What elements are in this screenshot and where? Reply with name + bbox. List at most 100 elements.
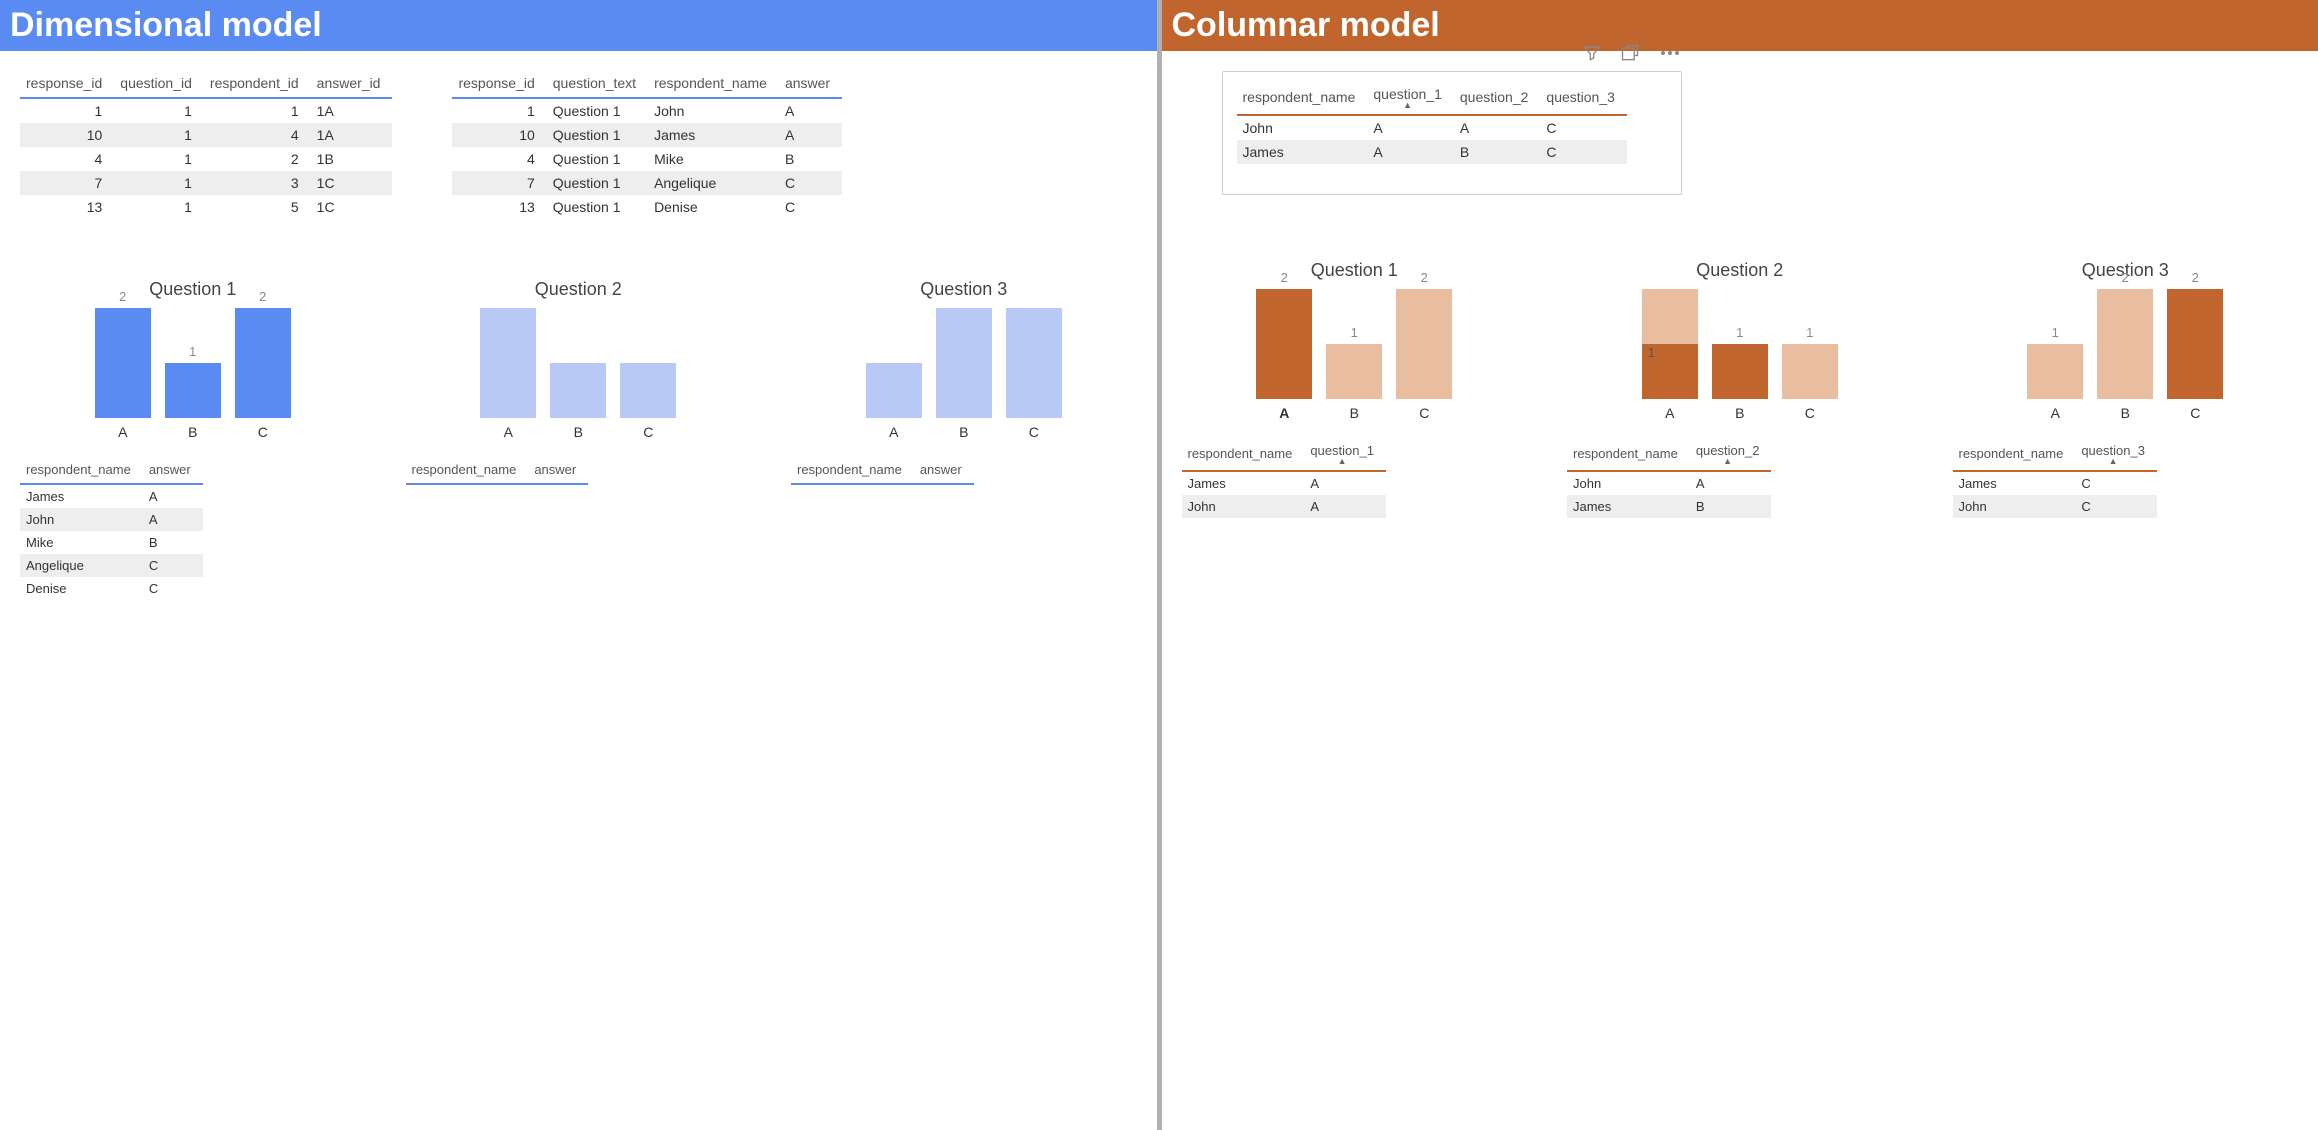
bar[interactable]: 2B	[2097, 270, 2153, 421]
bar[interactable]: A	[480, 289, 536, 440]
bar-value-label: 1	[2052, 325, 2059, 340]
table-row[interactable]: AngeliqueC	[20, 554, 203, 577]
focus-icon[interactable]	[1620, 43, 1640, 69]
table-cell: 1	[114, 123, 204, 147]
bar-rect	[2027, 344, 2083, 399]
bar[interactable]: B	[550, 344, 606, 440]
table-row[interactable]: MikeB	[20, 531, 203, 554]
table-cell: 1C	[311, 195, 393, 219]
column-header[interactable]: question_text	[547, 71, 648, 98]
bar[interactable]: 2A	[95, 289, 151, 440]
bar[interactable]: 1B	[1326, 325, 1382, 421]
table-cell: 13	[452, 195, 546, 219]
table-row[interactable]: 13Question 1DeniseC	[452, 195, 842, 219]
dimensional-table-ids[interactable]: response_idquestion_idrespondent_idanswe…	[20, 71, 392, 219]
bar[interactable]: 1B	[1712, 325, 1768, 421]
table-row[interactable]: 1111A	[20, 98, 392, 123]
table-row[interactable]: 7Question 1AngeliqueC	[452, 171, 842, 195]
column-header[interactable]: question_1▲	[1304, 439, 1386, 471]
chart-question-2[interactable]: Question 21A1B1Crespondent_namequestion_…	[1567, 260, 1913, 518]
column-header[interactable]: respondent_name	[648, 71, 779, 98]
bar-rect	[165, 363, 221, 418]
column-header[interactable]: question_3▲	[2075, 439, 2157, 471]
bar-rect	[235, 308, 291, 418]
table-cell: 1	[20, 98, 114, 123]
response-subtable[interactable]: respondent_nameanswer	[791, 458, 974, 485]
table-row[interactable]: 13151C	[20, 195, 392, 219]
bar[interactable]: 2C	[235, 289, 291, 440]
column-header[interactable]: answer	[143, 458, 203, 484]
bar-category-label: C	[2190, 405, 2200, 421]
chart-question-3[interactable]: Question 31A2B2Crespondent_namequestion_…	[1953, 260, 2299, 518]
bar[interactable]: 1A	[1642, 270, 1698, 421]
bar[interactable]: A	[866, 344, 922, 440]
bar[interactable]: C	[1006, 289, 1062, 440]
table-row[interactable]: JohnA	[20, 508, 203, 531]
bar[interactable]: B	[936, 289, 992, 440]
table-row[interactable]: DeniseC	[20, 577, 203, 600]
column-header[interactable]: answer	[528, 458, 588, 484]
bar-rect	[936, 308, 992, 418]
bar[interactable]: 2C	[2167, 270, 2223, 421]
bar[interactable]: 1C	[1782, 325, 1838, 421]
response-subtable[interactable]: respondent_nameanswerJamesAJohnAMikeBAng…	[20, 458, 203, 600]
table-row[interactable]: 1Question 1JohnA	[452, 98, 842, 123]
bar[interactable]: 1A	[2027, 325, 2083, 421]
more-icon[interactable]	[1658, 43, 1682, 69]
table-cell: C	[2075, 471, 2157, 495]
column-header[interactable]: question_3	[1540, 82, 1627, 115]
table-row[interactable]: JamesABC	[1237, 140, 1627, 164]
chart-question-1[interactable]: Question 12A1B2Crespondent_namequestion_…	[1182, 260, 1528, 518]
table-row[interactable]: 4Question 1MikeB	[452, 147, 842, 171]
table-cell: John	[1953, 495, 2076, 518]
response-subtable[interactable]: respondent_namequestion_2▲JohnAJamesB	[1567, 439, 1771, 518]
table-row[interactable]: 4121B	[20, 147, 392, 171]
table-row[interactable]: JamesB	[1567, 495, 1771, 518]
response-subtable[interactable]: respondent_namequestion_1▲JamesAJohnA	[1182, 439, 1386, 518]
bar[interactable]: 1B	[165, 344, 221, 440]
columnar-table-card[interactable]: respondent_namequestion_1▲question_2ques…	[1222, 71, 1682, 195]
table-row[interactable]: JamesA	[20, 484, 203, 508]
table-row[interactable]: JohnAAC	[1237, 115, 1627, 140]
table-row[interactable]: JohnA	[1567, 471, 1771, 495]
column-header[interactable]: respondent_name	[1182, 439, 1305, 471]
column-header[interactable]: answer_id	[311, 71, 393, 98]
table-row[interactable]: 10141A	[20, 123, 392, 147]
column-header[interactable]: respondent_name	[1953, 439, 2076, 471]
chart-question-1[interactable]: Question 12A1B2Crespondent_nameanswerJam…	[20, 279, 366, 600]
bar[interactable]: C	[620, 344, 676, 440]
column-header[interactable]: respondent_name	[791, 458, 914, 484]
column-header[interactable]: respondent_name	[20, 458, 143, 484]
table-row[interactable]: JamesC	[1953, 471, 2157, 495]
column-header[interactable]: response_id	[452, 71, 546, 98]
table-row[interactable]: JohnA	[1182, 495, 1386, 518]
column-header[interactable]: answer	[779, 71, 842, 98]
bars-area: ABC	[406, 310, 752, 440]
column-header[interactable]: respondent_id	[204, 71, 311, 98]
column-header[interactable]: answer	[914, 458, 974, 484]
bar[interactable]: 2C	[1396, 270, 1452, 421]
table-row[interactable]: 7131C	[20, 171, 392, 195]
chart-question-2[interactable]: Question 2ABCrespondent_nameanswer	[406, 279, 752, 600]
column-header[interactable]: question_2▲	[1690, 439, 1772, 471]
column-header[interactable]: respondent_name	[406, 458, 529, 484]
column-header[interactable]: question_id	[114, 71, 204, 98]
column-header[interactable]: question_2	[1454, 82, 1541, 115]
bar[interactable]: 2A	[1256, 270, 1312, 421]
column-header[interactable]: respondent_name	[1237, 82, 1368, 115]
column-header[interactable]: question_1▲	[1367, 82, 1454, 115]
column-header[interactable]: respondent_name	[1567, 439, 1690, 471]
response-subtable[interactable]: respondent_namequestion_3▲JamesCJohnC	[1953, 439, 2157, 518]
table-row[interactable]: JamesA	[1182, 471, 1386, 495]
chart-question-3[interactable]: Question 3ABCrespondent_nameanswer	[791, 279, 1137, 600]
table-row[interactable]: 10Question 1JamesA	[452, 123, 842, 147]
dimensional-table-text[interactable]: response_idquestion_textrespondent_namea…	[452, 71, 842, 219]
columnar-table[interactable]: respondent_namequestion_1▲question_2ques…	[1237, 82, 1627, 164]
bar-value-label: 1	[1806, 325, 1813, 340]
bar-category-label: B	[959, 424, 968, 440]
column-header[interactable]: response_id	[20, 71, 114, 98]
filter-icon[interactable]	[1582, 43, 1602, 69]
response-subtable[interactable]: respondent_nameanswer	[406, 458, 589, 485]
table-cell: 13	[20, 195, 114, 219]
table-row[interactable]: JohnC	[1953, 495, 2157, 518]
